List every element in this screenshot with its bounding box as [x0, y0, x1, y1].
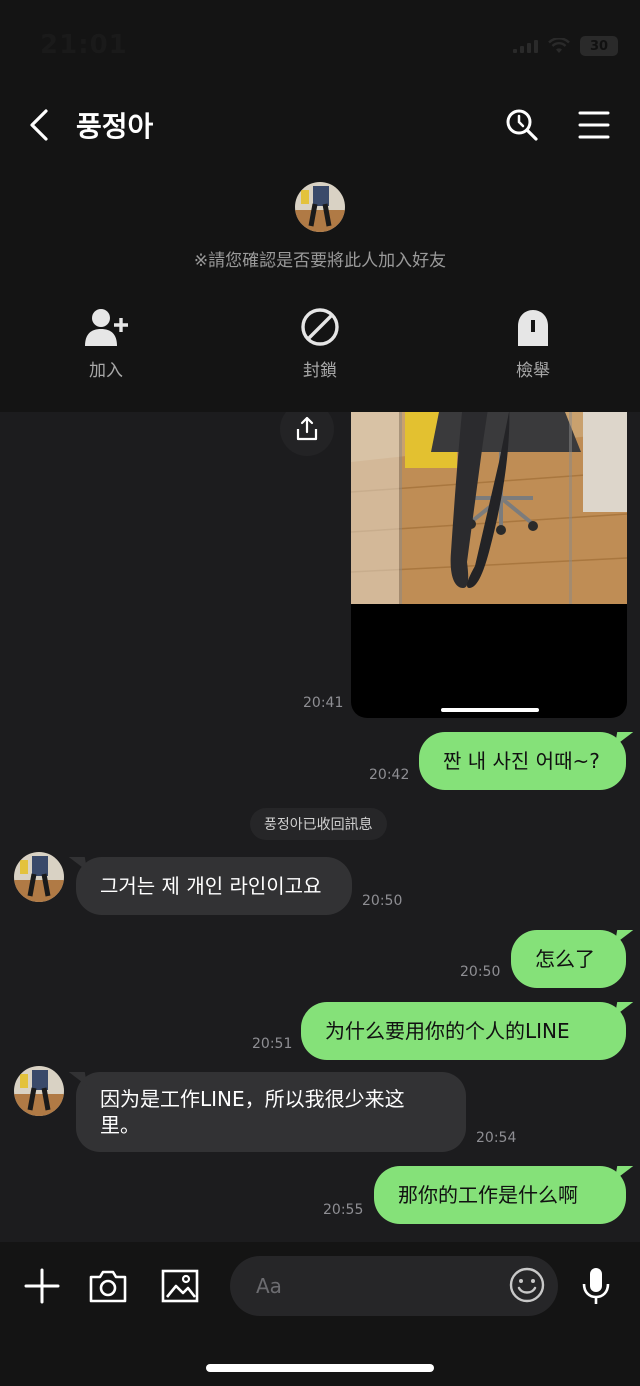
- search-icon: [506, 109, 538, 141]
- incoming-message-bubble[interactable]: 그거는 제 개인 라인이고요: [76, 857, 352, 915]
- add-friend-icon: [85, 309, 128, 346]
- plus-icon: [24, 1268, 60, 1304]
- message-text: 짠 내 사진 어때~?: [443, 749, 600, 773]
- chat-title: 풍정아: [76, 110, 154, 143]
- message-timestamp: 20:50: [362, 893, 403, 909]
- menu-button[interactable]: [572, 103, 616, 147]
- report-label: 檢舉: [516, 361, 550, 381]
- photo-timestamp: 20:41: [303, 695, 344, 711]
- message-text: 那你的工作是什么啊: [398, 1183, 578, 1207]
- emoji-icon: [509, 1267, 545, 1303]
- sender-avatar[interactable]: [14, 1066, 64, 1116]
- outgoing-message-bubble[interactable]: 짠 내 사진 어때~?: [419, 732, 626, 790]
- search-button[interactable]: [500, 103, 544, 147]
- message-text: 그거는 제 개인 라인이고요: [100, 874, 322, 898]
- report-button[interactable]: 檢舉: [473, 306, 593, 381]
- report-icon: [518, 310, 548, 346]
- sender-avatar[interactable]: [14, 852, 64, 902]
- incoming-message-bubble[interactable]: 因为是工作LINE，所以我很少来这 里。: [76, 1072, 466, 1152]
- status-indicators: 30: [513, 36, 618, 56]
- outgoing-message-bubble[interactable]: 那你的工作是什么啊: [374, 1166, 626, 1224]
- block-label: 封鎖: [303, 361, 337, 381]
- microphone-icon: [582, 1268, 610, 1304]
- message-input-bar: [0, 1242, 640, 1386]
- wifi-icon: [548, 38, 570, 53]
- camera-button[interactable]: [86, 1264, 130, 1308]
- sent-photo-message[interactable]: [351, 412, 627, 718]
- message-text-line-2: 里。: [100, 1113, 140, 1137]
- camera-icon: [89, 1270, 127, 1303]
- message-timestamp: 20:55: [323, 1202, 364, 1218]
- photo-home-bar: [441, 708, 539, 712]
- block-icon: [301, 308, 339, 346]
- back-button[interactable]: [20, 103, 60, 147]
- hamburger-menu-icon: [578, 111, 610, 139]
- outgoing-message-bubble[interactable]: 怎么了: [511, 930, 626, 988]
- contact-avatar[interactable]: [295, 182, 345, 232]
- battery-indicator: 30: [580, 36, 618, 56]
- status-bar: 21:01 30: [0, 0, 640, 90]
- more-options-button[interactable]: [20, 1264, 64, 1308]
- image-icon: [161, 1269, 199, 1303]
- message-text: 为什么要用你的个人的LINE: [325, 1019, 570, 1043]
- message-timestamp: 20:51: [252, 1036, 293, 1052]
- cellular-signal-icon: [513, 39, 538, 53]
- message-text: 怎么了: [535, 947, 595, 971]
- outgoing-message-bubble[interactable]: 为什么要用你的个人的LINE: [301, 1002, 626, 1060]
- add-friend-confirm-text: ※請您確認是否要將此人加入好友: [193, 251, 447, 271]
- add-friend-label: 加入: [89, 361, 123, 381]
- block-button[interactable]: 封鎖: [260, 306, 380, 381]
- share-icon: [296, 416, 318, 441]
- share-button[interactable]: [280, 412, 334, 456]
- chat-messages[interactable]: 20:41 20:42 짠 내 사진 어때~? 풍정아已收回訊息 그거는 제 개…: [0, 412, 640, 1242]
- photo-image: [351, 412, 627, 604]
- chat-header-panel: 21:01 30 풍정아 ※請您確認是否要將此人加入好友 加入 封鎖 檢舉: [0, 0, 640, 412]
- message-timestamp: 20:54: [476, 1130, 517, 1146]
- message-text-line-1: 因为是工作LINE，所以我很少来这: [100, 1087, 405, 1111]
- chat-header: 풍정아: [0, 95, 640, 155]
- chevron-left-icon: [30, 109, 48, 141]
- home-indicator: [206, 1364, 434, 1372]
- status-time: 21:01: [40, 30, 128, 60]
- gallery-button[interactable]: [158, 1264, 202, 1308]
- recall-notice: 풍정아已收回訊息: [250, 808, 387, 840]
- add-friend-button[interactable]: 加入: [46, 306, 166, 381]
- emoji-button[interactable]: [508, 1266, 546, 1304]
- message-timestamp: 20:42: [369, 767, 410, 783]
- voice-button[interactable]: [574, 1264, 618, 1308]
- message-timestamp: 20:50: [460, 964, 501, 980]
